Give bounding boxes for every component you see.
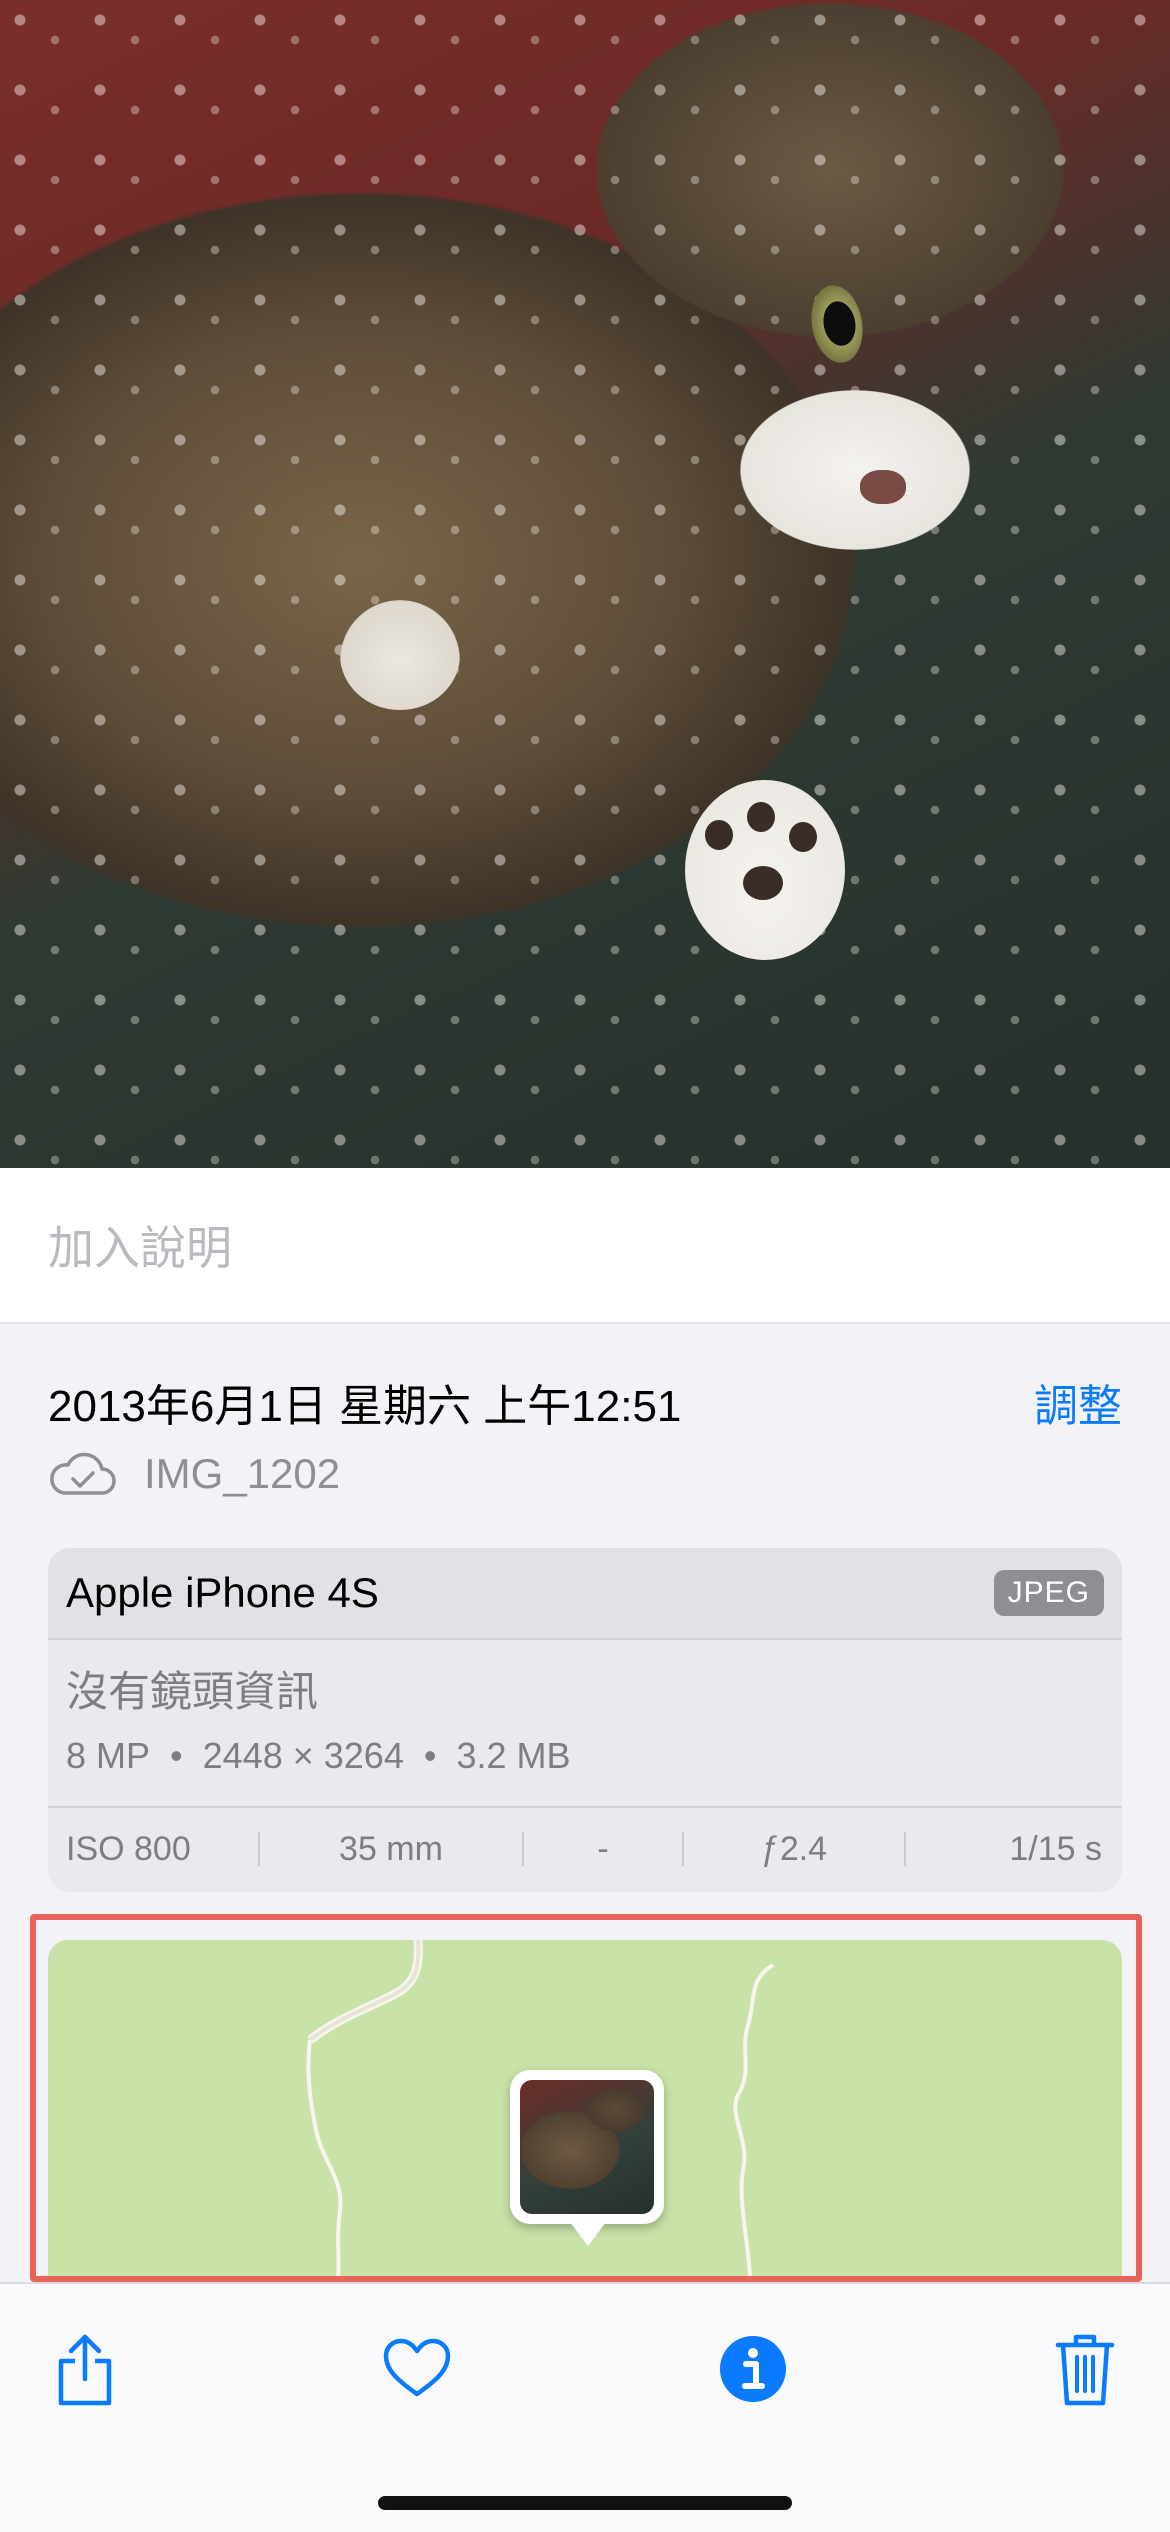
exif-iso: ISO 800: [66, 1829, 191, 1868]
info-icon: [720, 2336, 786, 2402]
megapixels: 8 MP: [66, 1735, 151, 1776]
cat-paw-right: [685, 780, 845, 960]
adjust-button[interactable]: 調整: [1034, 1370, 1122, 1434]
heart-icon: [383, 2338, 451, 2397]
home-indicator[interactable]: [378, 2496, 792, 2510]
exif-exposure-bias: -: [597, 1829, 609, 1868]
separator-dot: •: [170, 1735, 183, 1776]
file-size: 3.2 MB: [456, 1735, 571, 1776]
location-map[interactable]: [48, 1940, 1122, 2276]
delete-button[interactable]: [1040, 2324, 1130, 2414]
camera-info-card: Apple iPhone 4S JPEG 沒有鏡頭資訊 8 MP • 2448 …: [48, 1548, 1122, 1892]
cat-eye: [805, 281, 869, 367]
exif-shutter: 1/15 s: [1009, 1829, 1102, 1868]
map-photo-pin[interactable]: [510, 2070, 664, 2246]
lens-info: 沒有鏡頭資訊: [66, 1668, 319, 1715]
cat-nose: [860, 470, 906, 504]
exif-focal-length: 35 mm: [339, 1829, 443, 1868]
exif-row: ISO 800 35 mm - ƒ2.4 1/15 s: [48, 1808, 1122, 1890]
filename-row: IMG_1202: [48, 1446, 340, 1502]
info-button[interactable]: [708, 2324, 798, 2414]
caption-field[interactable]: 加入說明: [0, 1168, 1170, 1324]
photo-datetime: 2013年6月1日 星期六 上午12:51: [48, 1382, 682, 1431]
share-icon: [58, 2334, 112, 2406]
exif-aperture: ƒ2.4: [760, 1829, 828, 1868]
separator-dot: •: [423, 1735, 437, 1776]
share-button[interactable]: [40, 2324, 130, 2414]
pin-photo-thumbnail: [520, 2080, 654, 2214]
image-specs: 8 MP • 2448 × 3264 • 3.2 MB: [66, 1735, 1104, 1777]
format-badge: JPEG: [993, 1570, 1104, 1616]
resolution: 2448 × 3264: [202, 1735, 404, 1776]
bottom-toolbar: [0, 2282, 1170, 2532]
trash-icon: [1055, 2334, 1115, 2406]
cat-muzzle: [740, 390, 970, 550]
camera-device: Apple iPhone 4S: [66, 1569, 379, 1616]
icloud-check-icon: [50, 1452, 116, 1495]
photo-view[interactable]: [0, 0, 1170, 1168]
caption-placeholder: 加入說明: [48, 1222, 232, 1274]
favorite-button[interactable]: [372, 2324, 462, 2414]
cat-paw-left: [340, 600, 460, 710]
filename: IMG_1202: [144, 1450, 341, 1497]
